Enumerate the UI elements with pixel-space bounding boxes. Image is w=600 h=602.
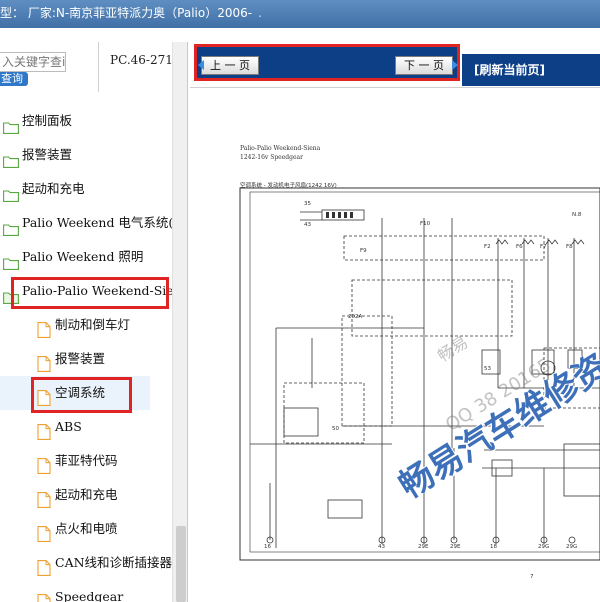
tree-item-label: 起动和充电	[55, 487, 118, 502]
folder-icon	[3, 215, 19, 240]
tree-item-label: 报警装置	[22, 147, 73, 162]
fuse-f2: F2	[484, 244, 491, 250]
page-code-label: PC.46-2717	[110, 53, 181, 67]
fuse-f8: F8	[566, 244, 573, 250]
window-title-bar: 型： 厂家:N-南京菲亚特派力奥（Palio）2006-.	[0, 0, 600, 28]
previous-page-label: 上 一 页	[210, 59, 250, 72]
tree-item-label: 报警装置	[55, 351, 106, 366]
document-icon	[37, 589, 51, 602]
left-arrow-icon	[198, 60, 204, 70]
document-icon	[37, 317, 51, 342]
highlight-siena-folder	[11, 277, 169, 309]
window-title: 型： 厂家:N-南京菲亚特派力奥（Palio）2006-	[0, 6, 253, 20]
document-icon	[37, 453, 51, 478]
tree-document-item[interactable]: Speedgear	[0, 580, 172, 602]
scrollbar-thumb[interactable]	[176, 526, 186, 602]
search-button[interactable]: 查询	[0, 72, 28, 86]
next-page-button[interactable]: 下 一 页	[395, 56, 458, 75]
ground-29e-b: 29E	[450, 544, 461, 550]
document-icon	[37, 487, 51, 512]
ground-16: 16	[264, 544, 271, 550]
tree-item-label: Palio Weekend 照明	[22, 249, 144, 264]
next-page-label: 下 一 页	[404, 59, 444, 72]
page-toolbar: 上 一 页 下 一 页 [刷新当前页]	[192, 42, 600, 86]
tree-folder-item[interactable]: Palio Weekend 照明	[0, 240, 172, 274]
tree-item-label: ABS	[55, 419, 82, 434]
tree-item-label: 控制面板	[22, 113, 73, 128]
connector-n8: N.8	[572, 212, 582, 218]
tree-document-item[interactable]: 报警装置	[0, 342, 172, 376]
ground-43: 43	[378, 544, 385, 550]
fuse-f9: F9	[360, 248, 367, 254]
folder-icon	[3, 249, 19, 274]
tree-document-item[interactable]: CAN线和诊断插接器	[0, 546, 172, 580]
tree-document-item[interactable]: 起动和充电	[0, 478, 172, 512]
tree-folder-item[interactable]: 起动和充电	[0, 172, 172, 206]
tree-item-label: 菲亚特代码	[55, 453, 118, 468]
tree-item-label: Palio Weekend 电气系统(除	[22, 215, 172, 230]
connector-50: 50	[332, 426, 339, 432]
page-navigation-bar: 上 一 页 下 一 页	[194, 44, 460, 81]
tree-document-item[interactable]: ABS	[0, 410, 172, 444]
tree-scrollbar[interactable]	[172, 42, 187, 602]
tree-item-label: Speedgear	[55, 589, 124, 602]
fuse-f6: F6	[516, 244, 523, 250]
refresh-page-link[interactable]: [刷新当前页]	[462, 54, 600, 86]
document-icon	[37, 419, 51, 444]
tree-document-item[interactable]: 菲亚特代码	[0, 444, 172, 478]
tree-folder-item[interactable]: Palio Weekend 电气系统(除	[0, 206, 172, 240]
tree-document-item[interactable]: 制动和倒车灯	[0, 308, 172, 342]
connector-35: 35	[304, 201, 311, 207]
document-icon	[37, 521, 51, 546]
tree-folder-item[interactable]: 控制面板	[0, 104, 172, 138]
tree-item-label: 制动和倒车灯	[55, 317, 131, 332]
connector-43: 43	[304, 222, 311, 228]
ground-29e-a: 29E	[418, 544, 429, 550]
title-trail: .	[258, 6, 262, 20]
tree-item-label: 起动和充电	[22, 181, 85, 196]
document-icon	[37, 555, 51, 580]
connector-53: 53	[484, 366, 491, 372]
ground-29g-a: 29G	[538, 544, 550, 550]
right-arrow-icon	[452, 60, 458, 70]
search-input[interactable]: 入关键字查i	[0, 52, 66, 72]
ground-29g-b: 29G	[566, 544, 578, 550]
fuse-f10: F10	[420, 221, 431, 227]
left-navigation-panel: 入关键字查i 查询 PC.46-2717 控制面板 报警装置 起动和充电 Palio …	[0, 42, 188, 602]
ground-18: 18	[490, 544, 497, 550]
tree-document-item[interactable]: 点火和电喷	[0, 512, 172, 546]
tree-folder-item[interactable]: 报警装置	[0, 138, 172, 172]
highlight-aircon-item	[31, 377, 132, 413]
diagram-page-number: 7	[530, 574, 534, 580]
connector-202a: 202A	[348, 314, 363, 320]
tree-item-label: 点火和电喷	[55, 521, 118, 536]
fuse-f7: F7	[540, 244, 547, 250]
folder-icon	[3, 113, 19, 138]
tree-item-label: CAN线和诊断插接器	[55, 555, 172, 570]
document-icon	[37, 351, 51, 376]
wiring-schematic	[239, 187, 600, 561]
category-tree: 控制面板 报警装置 起动和充电 Palio Weekend 电气系统(除 Palio W…	[0, 104, 172, 602]
folder-icon	[3, 147, 19, 172]
previous-page-button[interactable]: 上 一 页	[198, 56, 259, 75]
wiring-diagram-page: Palio-Palio Weekend-Siena 1242-16v Speed…	[192, 88, 600, 602]
search-divider	[98, 42, 99, 92]
folder-icon	[3, 181, 19, 206]
